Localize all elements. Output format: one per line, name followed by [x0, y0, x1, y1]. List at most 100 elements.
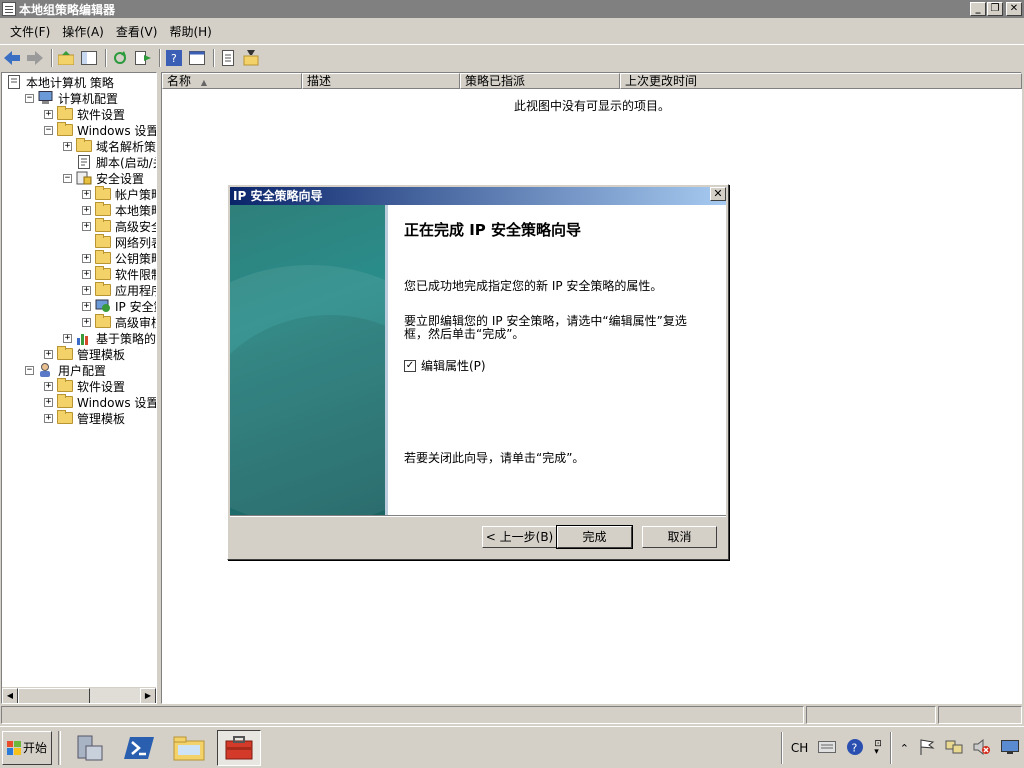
expand-icon[interactable]: + [82, 253, 91, 263]
expand-icon[interactable]: + [82, 221, 91, 231]
column-header-policy-assigned[interactable]: 策略已指派 [460, 73, 620, 89]
refresh-icon[interactable] [110, 48, 130, 68]
dialog-titlebar[interactable]: IP 安全策略向导 [230, 187, 726, 205]
filter-icon[interactable] [241, 48, 261, 68]
system-tray: CH ? ⊡ ▾ ⌃ [778, 730, 1024, 766]
tree-item[interactable]: + 帐户策略 [82, 186, 156, 202]
dialog-close-button[interactable]: ✕ [710, 187, 726, 201]
tree-item[interactable]: + 高级安全 [82, 218, 156, 234]
tree-item[interactable]: + 高级审核策 [82, 314, 156, 330]
folder-icon [95, 218, 111, 232]
back-button[interactable]: < 上一步(B) [482, 526, 557, 548]
tree-item[interactable]: − 用户配置 [25, 362, 106, 378]
scrollbar-track[interactable] [90, 688, 140, 703]
empty-list-message: 此视图中没有可显示的项目。 [514, 99, 671, 113]
edit-properties-checkbox[interactable]: ✓ 编辑属性(P) [404, 357, 486, 374]
tree-item[interactable]: + Windows 设置 [44, 394, 156, 410]
tree-item[interactable]: − Windows 设置 [44, 122, 156, 138]
tree-item[interactable]: 本地计算机 策略 [6, 74, 114, 90]
tree-item[interactable]: + 公钥策略 [82, 250, 156, 266]
collapse-icon[interactable]: − [44, 125, 53, 135]
scroll-right-icon[interactable]: ▶ [140, 688, 156, 703]
language-indicator[interactable]: CH [791, 741, 808, 755]
forward-icon[interactable] [25, 48, 45, 68]
window-titlebar[interactable]: 本地组策略编辑器 _ ❐ ✕ [0, 0, 1024, 18]
scrollbar-thumb[interactable] [18, 688, 90, 703]
minimize-button[interactable]: _ [970, 2, 986, 16]
powershell-icon[interactable] [117, 730, 161, 766]
restore-button[interactable]: ❐ [987, 2, 1003, 16]
network-icon[interactable] [945, 739, 963, 758]
column-header-name[interactable]: 名称 ▲ [162, 73, 302, 89]
expand-icon[interactable]: + [63, 333, 72, 343]
checkbox-label: 编辑属性(P) [421, 359, 486, 373]
menu-action[interactable]: 操作(A) [56, 23, 110, 40]
tree-item[interactable]: + IP 安全策 [82, 298, 156, 314]
folder-icon [95, 314, 111, 328]
expand-icon[interactable]: + [63, 141, 72, 151]
status-bar [0, 705, 1024, 725]
expand-icon[interactable]: + [82, 205, 91, 215]
expand-icon[interactable]: + [82, 301, 91, 311]
finish-button[interactable]: 完成 [556, 525, 633, 549]
tree-item[interactable]: + 管理模板 [44, 346, 125, 362]
column-header-last-modified[interactable]: 上次更改时间 [620, 73, 1022, 89]
gpedit-task-icon[interactable] [217, 729, 261, 766]
tree-item[interactable]: + 管理模板 [44, 410, 125, 426]
help-icon[interactable]: ? [164, 48, 184, 68]
document-icon[interactable] [218, 48, 238, 68]
explorer-icon[interactable] [167, 730, 211, 766]
expand-icon[interactable]: + [44, 349, 53, 359]
properties-icon[interactable] [187, 48, 207, 68]
tree-item[interactable]: − 计算机配置 [25, 90, 118, 106]
keyboard-icon[interactable] [818, 740, 837, 756]
user-icon [38, 363, 54, 377]
action-center-flag-icon[interactable] [919, 738, 935, 758]
tree-horizontal-scrollbar[interactable]: ◀ ▶ [2, 687, 156, 703]
collapse-icon[interactable]: − [25, 365, 34, 375]
tree-item[interactable]: + 应用程序控 [82, 282, 156, 298]
tree-item[interactable]: + 基于策略的 Q [63, 330, 156, 346]
policy-icon [6, 75, 22, 89]
tree-item[interactable]: + 域名解析策略 [63, 138, 156, 154]
folder-icon [57, 378, 73, 392]
expand-icon[interactable]: + [44, 413, 53, 423]
tree-item[interactable]: 脚本(启动/关 [63, 154, 156, 170]
menu-help[interactable]: 帮助(H) [163, 23, 217, 40]
expand-icon[interactable]: + [44, 397, 53, 407]
expand-icon[interactable]: + [82, 317, 91, 327]
expand-icon[interactable]: + [82, 189, 91, 199]
tree-item[interactable]: − 安全设置 [63, 170, 144, 186]
scroll-left-icon[interactable]: ◀ [2, 688, 18, 703]
show-desktop-icon[interactable] [1001, 739, 1019, 757]
expand-icon[interactable]: + [82, 269, 91, 279]
collapse-icon[interactable]: − [25, 93, 34, 103]
checkbox-box[interactable]: ✓ [404, 359, 416, 372]
help-tray-icon[interactable]: ? [846, 738, 864, 759]
start-button[interactable]: 开始 [2, 730, 52, 765]
expand-icon[interactable]: + [82, 285, 91, 295]
up-folder-icon[interactable] [56, 48, 76, 68]
expand-icon[interactable]: + [44, 381, 53, 391]
close-button[interactable]: ✕ [1006, 2, 1022, 16]
volume-muted-icon[interactable] [973, 738, 991, 758]
tree-item[interactable]: + 本地策略 [82, 202, 156, 218]
cancel-button[interactable]: 取消 [642, 526, 717, 548]
tree-item[interactable]: 网络列表管 [82, 234, 156, 250]
options-icon[interactable]: ⊡ ▾ [874, 740, 882, 757]
tree-item[interactable]: + 软件限制策 [82, 266, 156, 282]
export-list-icon[interactable] [133, 48, 153, 68]
collapse-icon[interactable]: − [63, 173, 72, 183]
menu-file[interactable]: 文件(F) [4, 23, 56, 40]
show-hide-tree-icon[interactable] [79, 48, 99, 68]
tree-item[interactable]: + 软件设置 [44, 106, 125, 122]
expand-icon[interactable]: + [44, 109, 53, 119]
menu-view[interactable]: 查看(V) [110, 23, 164, 40]
server-manager-icon[interactable] [67, 730, 111, 766]
column-header-description[interactable]: 描述 [302, 73, 460, 89]
folder-icon [95, 186, 111, 200]
show-hidden-icons-icon[interactable]: ⌃ [900, 742, 909, 755]
tree-item[interactable]: + 软件设置 [44, 378, 125, 394]
folder-icon [95, 282, 111, 296]
back-icon[interactable] [2, 48, 22, 68]
